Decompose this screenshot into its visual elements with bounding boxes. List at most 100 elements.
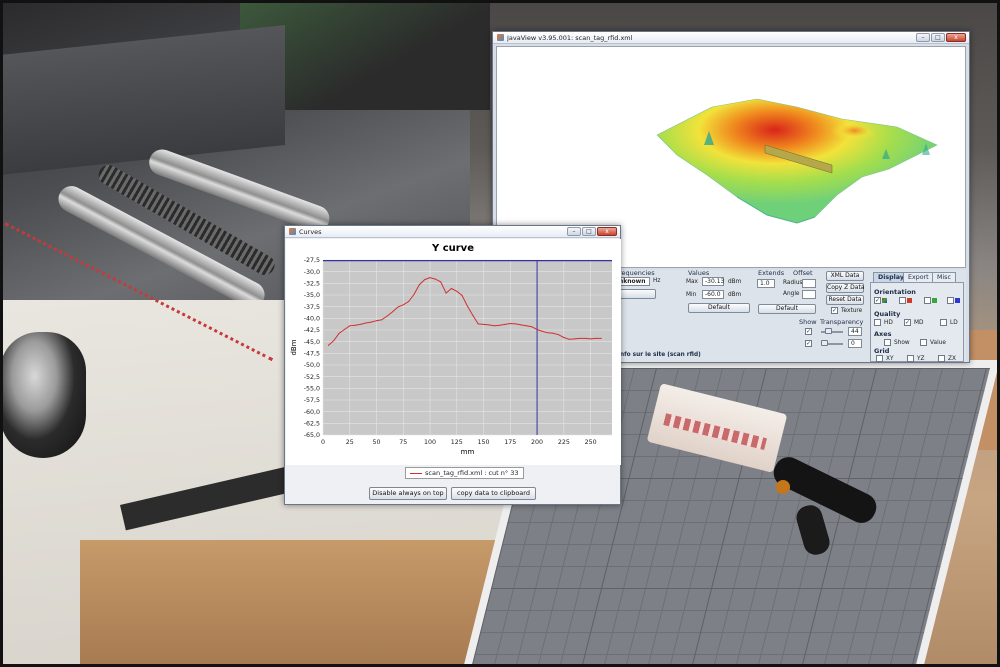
y-tick-label: -62,5 [304, 421, 320, 428]
y-axis-label: dBm [290, 339, 298, 355]
y-curve-chart[interactable]: Y curve -27,5 -30,0 -32,5 -35,0 -37,5 -40,0 -4… [286, 239, 621, 465]
series-point [541, 330, 543, 332]
series-point [370, 321, 372, 323]
xml-data-button[interactable]: XML Data [826, 271, 864, 281]
offset-default-button[interactable]: Default [758, 304, 816, 314]
extends-label: Extends [758, 269, 785, 277]
curves-window[interactable]: Curves – □ x Y curve -27,5 -30,0 -32,5 -35,… [284, 225, 621, 505]
min-value-field[interactable]: -60.0 [702, 290, 724, 299]
series-point [418, 284, 420, 286]
quality-ld-checkbox[interactable] [940, 319, 947, 326]
series-point [392, 311, 394, 313]
series-point [509, 322, 511, 324]
grid-zx-label: ZX [948, 356, 956, 362]
frequency-slider[interactable] [616, 289, 656, 299]
javaview-titlebar[interactable]: JavaView v3.95.001: scan_tag_rfid.xml – … [493, 32, 969, 44]
reset-data-button[interactable]: Reset Data [826, 295, 864, 305]
chart-title: Y curve [431, 243, 474, 254]
y-tick-label: -47,5 [304, 351, 320, 358]
angle-label: Angle [783, 291, 800, 297]
series-point [343, 329, 345, 331]
orientation-checkbox-2[interactable] [899, 297, 906, 304]
y-tick-label: -65,0 [304, 432, 320, 439]
series-point [413, 294, 415, 296]
y-tick-label: -35,0 [304, 292, 320, 299]
orientation-checkbox-4[interactable] [947, 297, 954, 304]
orientation-checkbox-3[interactable] [924, 297, 931, 304]
radius-field[interactable] [802, 279, 816, 288]
transparency-slider[interactable] [821, 328, 843, 334]
y-tick-label: -27,5 [304, 257, 320, 264]
maximize-button[interactable]: □ [582, 227, 596, 236]
series-point [359, 323, 361, 325]
java-app-icon [289, 228, 296, 235]
x-tick-label: 175 [504, 439, 516, 446]
y-tick-label: -55,0 [304, 386, 320, 393]
quality-md-checkbox[interactable]: ✓ [904, 319, 911, 326]
x-tick-label: 75 [399, 439, 407, 446]
series-point [397, 306, 399, 308]
x-tick-label: 25 [346, 439, 354, 446]
cube-blue-icon [955, 298, 960, 303]
quality-ld-label: LD [950, 320, 958, 326]
frequency-select[interactable]: nknown [616, 277, 650, 286]
y-tick-label: -60,0 [304, 409, 320, 416]
computer-mouse [0, 332, 86, 458]
disable-always-on-top-button[interactable]: Disable always on top [369, 487, 447, 500]
offset-label: Offset [793, 269, 813, 277]
values-default-button[interactable]: Default [688, 303, 750, 313]
y-tick-label: -30,0 [304, 269, 320, 276]
series-point [349, 325, 351, 327]
tab-export[interactable]: Export [903, 272, 934, 282]
copy-data-to-clipboard-button[interactable]: copy data to clipboard [451, 487, 536, 500]
series-point [531, 326, 533, 328]
series-point [600, 337, 602, 339]
series-point [402, 304, 404, 306]
show-checkbox-1[interactable]: ✓ [805, 328, 812, 335]
y-tick-label: -40,0 [304, 316, 320, 323]
minimize-button[interactable]: – [916, 33, 930, 42]
series-point [547, 332, 549, 334]
minimize-button[interactable]: – [567, 227, 581, 236]
close-button[interactable]: x [946, 33, 966, 42]
series-point [327, 344, 329, 346]
extends-field[interactable]: 1.0 [757, 279, 775, 288]
transparency-knob[interactable] [825, 328, 832, 334]
orientation-label: Orientation [874, 288, 916, 296]
max-value-field[interactable]: -30.13 [702, 277, 724, 286]
curves-titlebar[interactable]: Curves – □ x [285, 226, 620, 238]
second-slider[interactable] [821, 340, 843, 346]
series-point [483, 323, 485, 325]
grid-zx-checkbox[interactable] [938, 355, 945, 362]
grid-xy-checkbox[interactable] [876, 355, 883, 362]
orientation-checkbox-1[interactable]: ✓ [874, 297, 881, 304]
quality-hd-checkbox[interactable] [874, 319, 881, 326]
series-point [504, 323, 506, 325]
quality-label: Quality [874, 310, 901, 318]
tab-misc[interactable]: Misc [932, 272, 956, 282]
second-knob[interactable] [821, 340, 828, 346]
cube-green-icon [932, 298, 937, 303]
transparency-label: Transparency [820, 318, 864, 326]
second-field[interactable]: 0 [848, 339, 862, 348]
series-point [584, 337, 586, 339]
grid-yz-label: YZ [917, 356, 925, 362]
series-point [520, 324, 522, 326]
angle-field[interactable] [802, 290, 816, 299]
curves-title: Curves [299, 227, 322, 236]
series-point [568, 338, 570, 340]
legend-label: scan_tag_rfid.xml : cut n° 33 [425, 469, 519, 477]
maximize-button[interactable]: □ [931, 33, 945, 42]
axes-value-checkbox[interactable] [920, 339, 927, 346]
show-checkbox-2[interactable]: ✓ [805, 340, 812, 347]
javaview-title: JavaView v3.95.001: scan_tag_rfid.xml [507, 33, 633, 42]
copy-z-data-button[interactable]: Copy Z Data [826, 283, 864, 293]
transparency-field[interactable]: 44 [848, 327, 862, 336]
grid-yz-checkbox[interactable] [907, 355, 914, 362]
series-point [467, 305, 468, 307]
texture-checkbox[interactable]: ✓ [831, 307, 838, 314]
close-button[interactable]: x [597, 227, 617, 236]
plot-area [323, 260, 612, 435]
axes-show-checkbox[interactable] [884, 339, 891, 346]
series-point [365, 322, 367, 324]
